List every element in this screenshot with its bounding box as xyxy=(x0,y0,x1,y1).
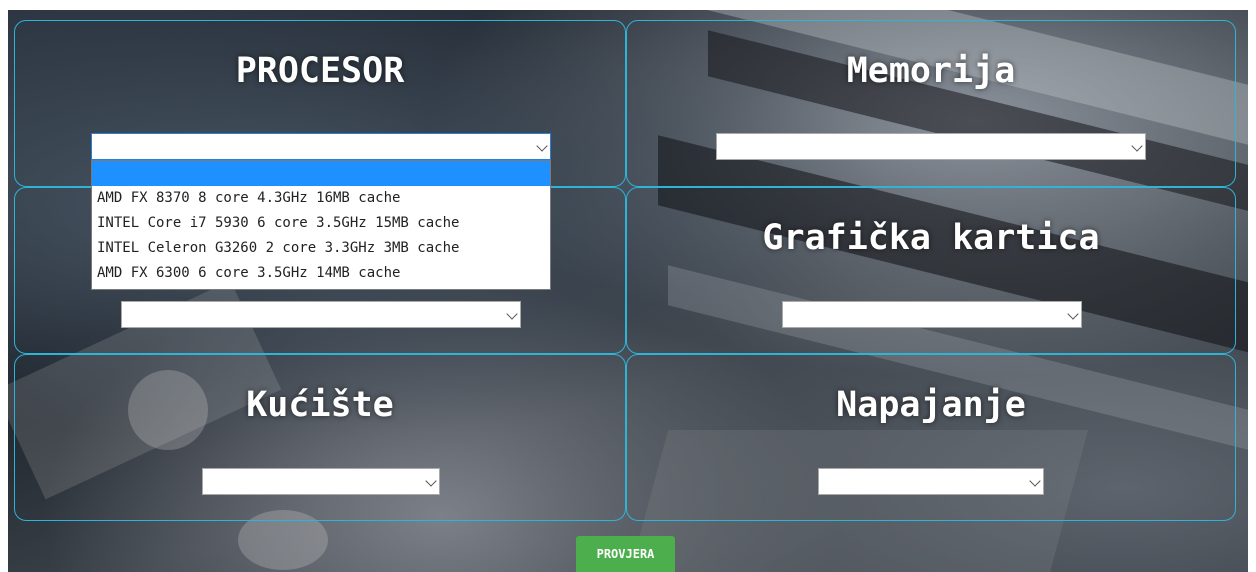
chevron-down-icon xyxy=(506,308,518,320)
kuciste-panel: Kućište xyxy=(14,354,626,521)
procesor-title: PROCESOR xyxy=(235,51,405,91)
chevron-down-icon xyxy=(1131,140,1143,152)
memorija-select[interactable] xyxy=(716,133,1146,160)
dropdown-option[interactable]: INTEL Core i7 5930 6 core 3.5GHz 15MB ca… xyxy=(92,211,550,236)
provjera-button[interactable]: PROVJERA xyxy=(576,536,675,572)
chevron-down-icon xyxy=(1067,308,1079,320)
graficka-panel: Grafička kartica xyxy=(626,187,1236,354)
dropdown-option[interactable]: AMD FX 8370 8 core 4.3GHz 16MB cache xyxy=(92,186,550,211)
dropdown-option[interactable]: AMD FX 6300 6 core 3.5GHz 14MB cache xyxy=(92,261,550,286)
kuciste-select[interactable] xyxy=(202,468,440,495)
procesor-select[interactable] xyxy=(91,133,551,160)
graficka-title: Grafička kartica xyxy=(762,218,1100,258)
chevron-down-icon xyxy=(425,475,437,487)
memorija-title: Memorija xyxy=(846,51,1016,91)
procesor-dropdown-list: AMD FX 8370 8 core 4.3GHz 16MB cache INT… xyxy=(91,160,551,290)
napajanje-select[interactable] xyxy=(818,468,1044,495)
kuciste-title: Kućište xyxy=(246,385,394,425)
memorija-panel: Memorija xyxy=(626,20,1236,187)
dropdown-option[interactable] xyxy=(92,161,550,186)
napajanje-panel: Napajanje xyxy=(626,354,1236,521)
graficka-select[interactable] xyxy=(782,301,1082,328)
dropdown-option[interactable]: INTEL Celeron G3260 2 core 3.3GHz 3MB ca… xyxy=(92,236,550,261)
maticna-select[interactable] xyxy=(121,301,521,328)
chevron-down-icon xyxy=(1029,475,1041,487)
chevron-down-icon xyxy=(536,140,548,152)
napajanje-title: Napajanje xyxy=(836,385,1026,425)
